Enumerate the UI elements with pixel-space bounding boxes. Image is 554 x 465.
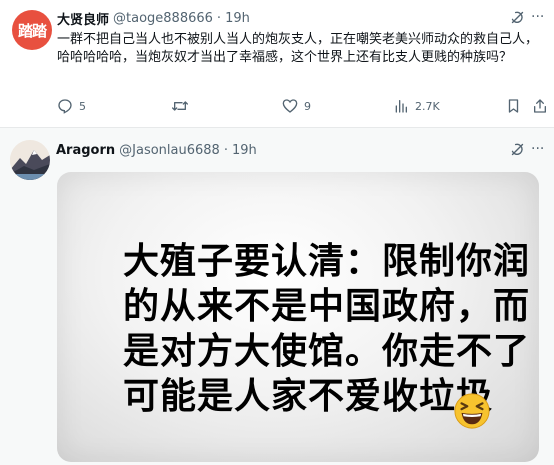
timestamp[interactable]: 19h [225,11,250,26]
retweet-icon [172,101,188,111]
tweet-image[interactable]: 大殖子要认清：限制你润 的从来不是中国政府，而 是对方大使馆。你走不了 可能是人… [57,172,539,462]
separator-dot: · [223,142,228,158]
views-button[interactable]: 2.7K [393,97,440,115]
avatar-text: 踏踏 [17,21,47,40]
separator-dot: · [216,10,222,26]
tweet-text: 一群不把自己当人也不被别人当人的炮灰支人，正在嘲笑老美兴师动众的救自己人，哈哈哈… [57,32,539,65]
reply-count: 5 [79,99,86,113]
heart-icon [282,99,298,113]
retweet-button[interactable] [171,97,195,115]
image-text-line-3: 是对方大使馆。你走不了 [123,331,531,372]
display-name[interactable]: Aragorn [56,143,115,158]
user-handle[interactable]: @Jasonlau6688 [119,143,220,158]
tweet-1[interactable]: 踏踏 大贤良师 @taoge888666 · 19h ··· 一群不把自己当人也… [0,0,554,128]
image-text-line-4: 可能是人家不爱收垃圾 [123,376,494,417]
reply-icon [58,99,72,114]
timestamp[interactable]: 19h [232,143,257,158]
image-text-line-2: 的从来不是中国政府，而 [123,286,531,327]
grok-icon[interactable] [510,142,525,160]
more-icon[interactable]: ··· [531,10,544,24]
bookmark-button[interactable] [506,97,521,115]
tweet-header: Aragorn @Jasonlau6688 · 19h [56,140,257,160]
avatar[interactable]: 踏踏 [12,10,52,50]
user-handle[interactable]: @taoge888666 [113,11,213,26]
like-button[interactable]: 9 [282,97,311,115]
display-name[interactable]: 大贤良师 [57,9,109,28]
share-icon [534,99,546,113]
image-text-line-1: 大殖子要认清：限制你润 [123,241,531,282]
grok-icon[interactable] [510,10,525,28]
share-button[interactable] [532,97,548,115]
bookmark-icon [508,99,519,113]
more-icon[interactable]: ··· [531,142,544,156]
tweet-header: 大贤良师 @taoge888666 · 19h [57,8,250,28]
avatar[interactable] [10,140,50,180]
like-count: 9 [304,99,311,113]
laughing-emoji-icon [454,393,490,429]
view-count: 2.7K [415,99,440,113]
views-icon [395,100,407,113]
reply-button[interactable]: 5 [57,97,86,115]
mountain-landscape-avatar [10,140,50,180]
